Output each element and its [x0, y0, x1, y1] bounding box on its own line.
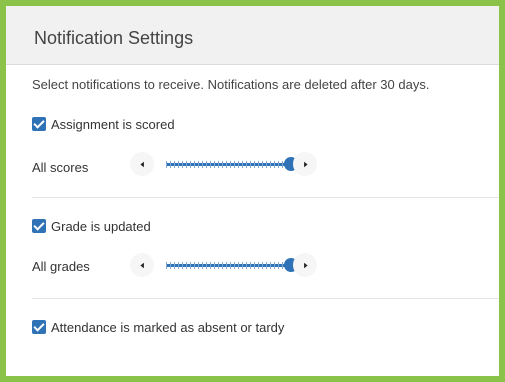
assignment-scored-checkbox-row[interactable]: Assignment is scored — [32, 117, 175, 132]
attendance-checkbox-row[interactable]: Attendance is marked as absent or tardy — [32, 320, 284, 335]
caret-left-icon[interactable] — [130, 152, 154, 176]
page-title: Notification Settings — [34, 28, 194, 48]
section-divider — [32, 298, 499, 299]
checkbox-checked-icon[interactable] — [32, 320, 46, 334]
checkbox-checked-icon[interactable] — [32, 117, 46, 131]
checkbox-checked-icon[interactable] — [32, 219, 46, 233]
section-divider — [32, 197, 499, 198]
grade-updated-label: Grade is updated — [51, 219, 151, 234]
slider-track[interactable] — [166, 161, 291, 168]
intro-text: Select notifications to receive. Notific… — [32, 77, 430, 92]
panel-header: Notification Settings — [6, 6, 499, 65]
caret-left-icon[interactable] — [130, 253, 154, 277]
grades-slider-label: All grades — [32, 259, 90, 274]
scores-slider[interactable] — [130, 151, 320, 177]
grade-updated-checkbox-row[interactable]: Grade is updated — [32, 219, 151, 234]
grades-slider[interactable] — [130, 252, 320, 278]
attendance-label: Attendance is marked as absent or tardy — [51, 320, 285, 335]
slider-track[interactable] — [166, 262, 291, 269]
caret-right-icon[interactable] — [293, 152, 317, 176]
scores-slider-label: All scores — [32, 160, 89, 175]
assignment-scored-label: Assignment is scored — [51, 117, 175, 132]
caret-right-icon[interactable] — [293, 253, 317, 277]
